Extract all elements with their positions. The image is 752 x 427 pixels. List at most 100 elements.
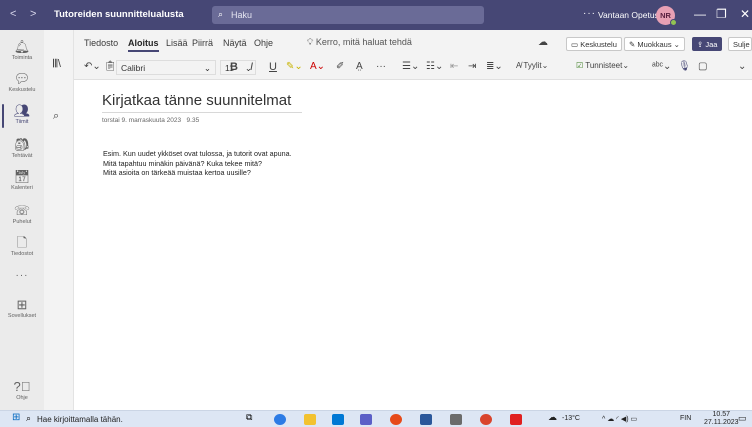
font-color-icon[interactable]: A⌄	[310, 61, 325, 72]
more-formatting-button[interactable]: ···	[376, 61, 386, 72]
page-title[interactable]: Kirjatkaa tänne suunnitelmat	[102, 92, 291, 109]
dictate-icon[interactable]: 🎙︎	[678, 61, 691, 72]
task-view-icon[interactable]: ⧉	[246, 412, 252, 423]
rail-item-assignments[interactable]: 🎒︎ Tehtävät	[0, 137, 44, 160]
rail-item-teams[interactable]: 👥︎ Tiimit	[0, 104, 44, 128]
chevron-down-icon: ⌄	[203, 63, 211, 73]
tags-button[interactable]: ☑ Tunnisteet⌄	[576, 61, 629, 70]
immersive-reader-icon[interactable]: ☁	[538, 37, 548, 48]
calendar-icon: 📅︎	[13, 169, 31, 184]
word-icon[interactable]	[420, 414, 432, 425]
forward-button[interactable]: >	[30, 8, 36, 20]
temperature-text[interactable]: -13°C	[562, 415, 580, 422]
styles-icon: A̸	[516, 61, 522, 70]
chat-icon: ▭	[571, 40, 579, 49]
notebook-sidebar: 𝄃𝄃\ ⌕	[44, 30, 74, 410]
acrobat-icon[interactable]	[510, 414, 522, 425]
tab-home[interactable]: Aloitus	[128, 38, 159, 52]
page-search-icon[interactable]: ⌕	[53, 110, 59, 123]
tell-me-placeholder: Kerro, mitä haluat tehdä	[315, 37, 412, 47]
page-canvas[interactable]: Kirjatkaa tänne suunnitelmat torstai 9. …	[74, 80, 752, 410]
chrome-profile-icon[interactable]	[480, 414, 492, 425]
rail-more-button[interactable]: ···	[0, 270, 44, 281]
weather-icon[interactable]: ☁	[548, 412, 557, 423]
search-icon: ⌕	[218, 9, 224, 19]
ribbon-toolbar: ↶⌄ 📋︎⌄ Calibri ⌄ 11 ⌄ B I U ✎⌄ A⌄ ✐ A̤ ·…	[74, 56, 752, 80]
spelling-icon[interactable]: ᵃᵇᶜ⌄	[652, 61, 671, 72]
teams-app-icon[interactable]	[360, 414, 372, 425]
rail-item-help[interactable]: ?⃝ Ohje	[0, 380, 44, 402]
rail-item-calls[interactable]: ☏ Puhelut	[0, 204, 44, 226]
windows-start-icon[interactable]: ⊞	[12, 412, 20, 423]
outlook-icon[interactable]	[332, 414, 344, 425]
chrome-icon[interactable]	[390, 414, 402, 425]
body-line: Mitä tapahtuu minäkin päivänä? Kuka teke…	[103, 158, 263, 168]
body-line: Esim. Kun uudet ykköset ovat tulossa, ja…	[103, 149, 292, 158]
share-button[interactable]: ⇪ Jaa	[692, 37, 723, 51]
file-explorer-icon[interactable]	[304, 414, 316, 425]
rail-item-activity[interactable]: 🔔︎ Toiminta	[0, 39, 44, 62]
notebooks-icon[interactable]: 𝄃𝄃\	[53, 58, 61, 71]
chat-button[interactable]: ▭ Keskustelu	[566, 37, 622, 51]
rail-item-apps[interactable]: ⊞ Sovellukset	[0, 297, 44, 320]
numbered-list-icon[interactable]: ☷⌄	[426, 61, 443, 72]
snipping-tool-icon[interactable]	[450, 414, 462, 425]
decrease-indent-icon[interactable]: ⇤	[450, 61, 458, 72]
more-options-button[interactable]: ···	[583, 8, 596, 19]
page-timestamp: torstai 9. marraskuuta 2023 9.35	[102, 117, 200, 124]
avatar[interactable]: NR	[656, 6, 677, 26]
app-rail: 🔔︎ Toiminta 💬︎ Keskustelu 👥︎ Tiimit 🎒︎ T…	[0, 30, 44, 410]
search-input[interactable]: ⌕ Haku	[212, 6, 484, 24]
bullet-list-icon[interactable]: ☰⌄	[402, 61, 419, 72]
files-icon: 🗋	[16, 235, 28, 250]
tray-icons[interactable]: ^ ☁ ◜ ◀︎) ▭	[602, 415, 637, 423]
title-underline	[102, 112, 302, 113]
tell-me-field[interactable]: 💡︎ Kerro, mitä haluat tehdä	[307, 37, 412, 48]
underline-button[interactable]: U	[269, 61, 277, 73]
tag-icon: ☑	[576, 61, 584, 70]
align-icon[interactable]: ≣⌄	[486, 61, 503, 72]
increase-indent-icon[interactable]: ⇥	[468, 61, 476, 72]
organization-name[interactable]: Vantaan Opetus	[598, 10, 659, 20]
body-line: Mitä asioita on tärkeää muistaa kertoa u…	[103, 168, 251, 177]
taskbar-search-input[interactable]: Hae kirjoittamalla tähän.	[37, 415, 123, 424]
clear-format-icon[interactable]: ✐	[336, 61, 344, 72]
tab-view[interactable]: Näytä	[223, 38, 247, 48]
assignments-icon: 🎒︎	[13, 137, 31, 152]
language-indicator[interactable]: FIN	[680, 415, 691, 422]
notification-icon[interactable]: ▭	[738, 413, 747, 424]
search-placeholder: Haku	[231, 10, 253, 20]
minimize-button[interactable]: —	[694, 7, 706, 21]
highlight-icon[interactable]: ✎⌄	[286, 61, 303, 72]
bell-icon: 🔔︎	[13, 39, 31, 54]
bold-button[interactable]: B	[230, 61, 238, 73]
tab-help[interactable]: Ohje	[254, 38, 273, 48]
avatar-initials: NR	[660, 11, 671, 20]
italic-button[interactable]: I	[250, 61, 253, 73]
back-button[interactable]: <	[10, 8, 16, 20]
rail-item-chat[interactable]: 💬︎ Keskustelu	[0, 72, 44, 94]
tab-draw[interactable]: Piirrä	[192, 38, 213, 48]
styles-button[interactable]: A̸ Tyylit⌄	[516, 61, 548, 70]
rail-item-files[interactable]: 🗋 Tiedostot	[0, 235, 44, 258]
edit-mode-button[interactable]: ✎ Muokkaus ⌄	[624, 37, 685, 51]
rail-item-calendar[interactable]: 📅︎ Kalenteri	[0, 169, 44, 192]
expand-ribbon-icon[interactable]: ⌄	[738, 61, 746, 72]
close-window-button[interactable]: ✕	[740, 7, 750, 21]
search-icon: ⌕	[26, 413, 32, 423]
edge-icon[interactable]	[274, 414, 286, 425]
share-icon: ⇪	[697, 40, 704, 49]
format-painter-icon[interactable]: A̤	[356, 61, 363, 72]
page-body[interactable]: Esim. Kun uudet ykköset ovat tulossa, ja…	[103, 149, 292, 178]
tab-file[interactable]: Tiedosto	[84, 38, 118, 48]
windows-taskbar: ⊞ ⌕ Hae kirjoittamalla tähän. ⧉ ☁ -13°C …	[0, 410, 752, 427]
font-name-select[interactable]: Calibri ⌄	[116, 60, 216, 75]
sticky-note-icon[interactable]: ▢	[698, 61, 707, 72]
apps-icon: ⊞	[16, 297, 28, 312]
undo-icon[interactable]: ↶⌄	[84, 61, 101, 72]
clock[interactable]: 10.57 27.11.2023	[704, 411, 739, 427]
tab-insert[interactable]: Lisää	[166, 38, 188, 48]
maximize-button[interactable]: ❐	[716, 7, 727, 21]
presence-status-icon	[670, 19, 677, 26]
close-button[interactable]: Sulje	[728, 37, 752, 51]
